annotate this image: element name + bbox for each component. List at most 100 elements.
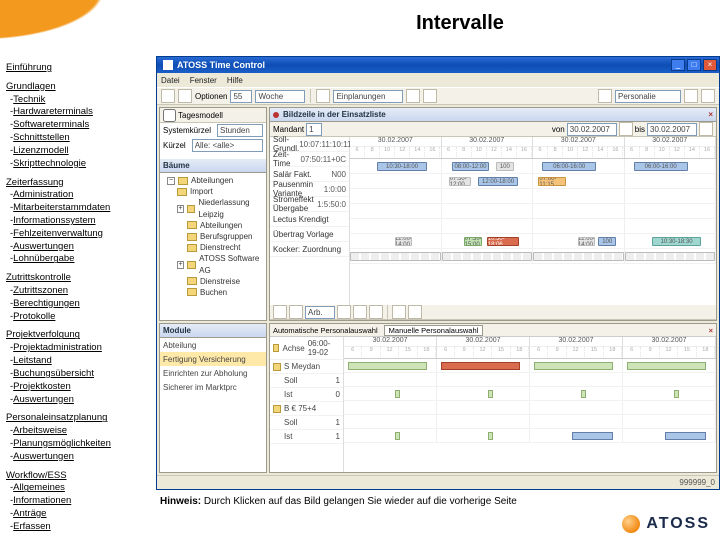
- nav-item[interactable]: Lohnübergabe: [10, 253, 150, 266]
- nav-item[interactable]: Mitarbeiterstammdaten: [10, 202, 150, 215]
- toolbar-planning[interactable]: Einplanungen: [333, 90, 403, 103]
- nav-item[interactable]: Buchungsübersicht: [10, 368, 150, 381]
- calendar-icon[interactable]: [699, 122, 713, 136]
- tool-next-icon[interactable]: [178, 89, 192, 103]
- tool-prev-icon[interactable]: [161, 89, 175, 103]
- scale-field[interactable]: Arb.: [305, 306, 335, 319]
- tool-icon[interactable]: [408, 305, 422, 319]
- list-item[interactable]: Sicherer im Marktprc: [163, 383, 263, 392]
- tree-node[interactable]: Dienstrecht: [200, 242, 240, 253]
- shift-chip[interactable]: [348, 362, 427, 370]
- expand-icon[interactable]: +: [177, 261, 184, 269]
- assignment-grid[interactable]: 30.02.200769121518 30.02.200769121518 30…: [344, 337, 716, 472]
- list-item[interactable]: Einrichten zur Abholung: [163, 369, 263, 378]
- row-label[interactable]: S Meydan: [284, 362, 320, 371]
- shift-chip[interactable]: [627, 362, 706, 370]
- nav-item[interactable]: Erfassen: [10, 521, 150, 534]
- filter-check[interactable]: [163, 109, 176, 122]
- nav-head-zeiterfassung[interactable]: Zeiterfassung: [6, 177, 150, 190]
- pane-close-icon[interactable]: ×: [708, 110, 713, 119]
- tree-node[interactable]: Niederlassung Leipzig: [198, 197, 263, 219]
- tree-node[interactable]: Abteilungen: [200, 220, 242, 231]
- close-button[interactable]: ×: [703, 59, 717, 71]
- cell-chip[interactable]: [581, 390, 587, 398]
- nav-item[interactable]: Skripttechnologie: [10, 158, 150, 171]
- nav-item[interactable]: Technik: [10, 94, 150, 107]
- nav-item[interactable]: Administration: [10, 189, 150, 202]
- menu-help[interactable]: Hilfe: [227, 76, 243, 85]
- interval-bar[interactable]: 10:30-18:00: [377, 162, 427, 171]
- tree-node[interactable]: Buchen: [200, 287, 227, 298]
- minimize-button[interactable]: _: [671, 59, 685, 71]
- zoom-out-icon[interactable]: [369, 305, 383, 319]
- interval-bar[interactable]: 100: [598, 237, 616, 246]
- tool-icon[interactable]: [598, 89, 612, 103]
- interval-bar[interactable]: 12:00-18:00: [478, 177, 519, 186]
- tree-node[interactable]: Dienstreise: [200, 276, 240, 287]
- tab-manual[interactable]: Manuelle Personalauswahl: [384, 325, 484, 336]
- nav-item[interactable]: Informationen: [10, 495, 150, 508]
- nav-item[interactable]: Fehlzeitenverwaltung: [10, 228, 150, 241]
- toolbar-count[interactable]: 55: [230, 90, 252, 103]
- tool-icon[interactable]: [406, 89, 420, 103]
- cell-chip[interactable]: [488, 432, 494, 440]
- interval-bar[interactable]: 10:30-18:30: [652, 237, 702, 246]
- cell-chip[interactable]: [674, 390, 680, 398]
- tree-root[interactable]: Abteilungen: [191, 175, 233, 186]
- nav-item[interactable]: Projektkosten: [10, 381, 150, 394]
- nav-item[interactable]: Protokolle: [10, 311, 150, 324]
- interval-bar[interactable]: 10:30-18:06: [487, 237, 520, 246]
- interval-bar[interactable]: 12:00-14:00: [395, 237, 411, 246]
- timeline-grid[interactable]: 30.02.20076810121416 30.02.2007681012141…: [350, 137, 716, 305]
- list-item[interactable]: Fertigung Versicherung: [163, 355, 263, 364]
- interval-bar[interactable]: 07:30-15:00: [464, 237, 482, 246]
- tool-icon[interactable]: [392, 305, 406, 319]
- pane-close-icon[interactable]: ×: [709, 326, 713, 335]
- nav-item[interactable]: Arbeitsweise: [10, 425, 150, 438]
- nav-item[interactable]: Berechtigungen: [10, 298, 150, 311]
- maximize-button[interactable]: □: [687, 59, 701, 71]
- tool-icon[interactable]: [316, 89, 330, 103]
- tool-icon[interactable]: [337, 305, 351, 319]
- interval-bar[interactable]: 12:00-14:00: [578, 237, 594, 246]
- tool-icon[interactable]: [273, 305, 287, 319]
- nav-item[interactable]: Auswertungen: [10, 241, 150, 254]
- shift-chip[interactable]: [534, 362, 613, 370]
- interval-bar[interactable]: 07:30-12:00: [449, 177, 472, 186]
- nav-item[interactable]: Softwareterminals: [10, 119, 150, 132]
- interval-bar[interactable]: 06:00-16:00: [634, 162, 688, 171]
- shift-chip[interactable]: [441, 362, 520, 370]
- tool-icon[interactable]: [289, 305, 303, 319]
- tool-icon[interactable]: [423, 89, 437, 103]
- tab-auto[interactable]: Automatische Personalauswahl: [273, 326, 378, 335]
- nav-item[interactable]: Schnittstellen: [10, 132, 150, 145]
- nav-item[interactable]: Informationssystem: [10, 215, 150, 228]
- menu-file[interactable]: Datei: [161, 76, 180, 85]
- interval-bar[interactable]: 08:00-12:00: [452, 162, 488, 171]
- interval-bar[interactable]: 07:00-11:15: [538, 177, 565, 186]
- nav-head-zutritt[interactable]: Zutrittskontrolle: [6, 272, 150, 285]
- filter2-value[interactable]: Stunden: [217, 124, 263, 137]
- shift-chip[interactable]: [572, 432, 612, 440]
- sub-f1[interactable]: 1: [306, 123, 322, 136]
- tool-icon[interactable]: [701, 89, 715, 103]
- cell-chip[interactable]: [488, 390, 494, 398]
- nav-head-grundlagen[interactable]: Grundlagen: [6, 81, 150, 94]
- expand-icon[interactable]: −: [167, 177, 175, 185]
- tool-icon[interactable]: [684, 89, 698, 103]
- interval-bar[interactable]: 100: [496, 162, 514, 171]
- cell-chip[interactable]: [395, 432, 401, 440]
- list-item[interactable]: Abteilung: [163, 341, 263, 350]
- nav-item[interactable]: Zutrittszonen: [10, 285, 150, 298]
- tree-node[interactable]: Berufsgruppen: [200, 231, 252, 242]
- nav-item[interactable]: Leitstand: [10, 355, 150, 368]
- nav-head-workflow[interactable]: Workflow/ESS: [6, 470, 150, 483]
- nav-item[interactable]: Auswertungen: [10, 394, 150, 407]
- calendar-icon[interactable]: [619, 122, 633, 136]
- nav-head-projekt[interactable]: Projektverfolgung: [6, 329, 150, 342]
- toolbar-personal[interactable]: Personalie: [615, 90, 681, 103]
- nav-item[interactable]: Lizenzmodell: [10, 145, 150, 158]
- cell-chip[interactable]: [395, 390, 401, 398]
- expand-icon[interactable]: +: [177, 205, 184, 213]
- nav-item[interactable]: Anträge: [10, 508, 150, 521]
